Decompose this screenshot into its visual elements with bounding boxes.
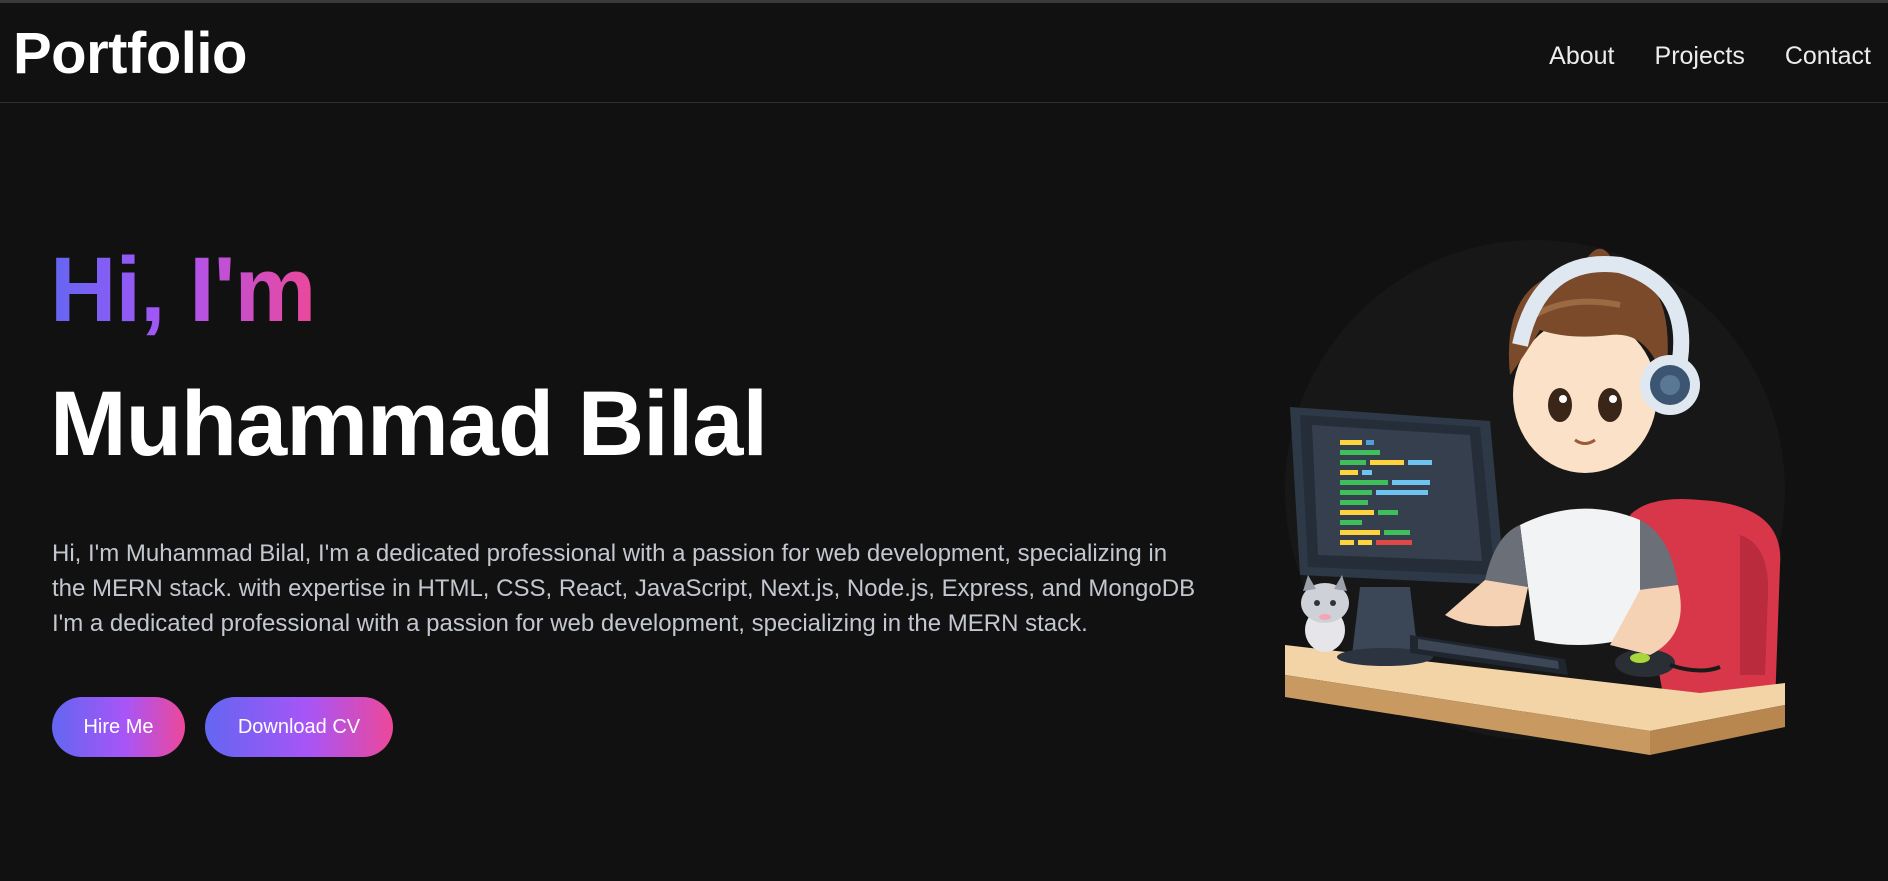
- nav-link-contact[interactable]: Contact: [1785, 36, 1871, 76]
- main-nav: About Projects Contact: [1549, 36, 1871, 76]
- face: [1513, 317, 1657, 473]
- download-cv-button[interactable]: Download CV: [205, 697, 393, 757]
- hire-me-button[interactable]: Hire Me: [52, 697, 185, 757]
- developer-avatar-illustration: [1270, 235, 1810, 755]
- monitor: [1290, 407, 1505, 585]
- cat-figurine: [1301, 575, 1349, 652]
- nav-link-projects[interactable]: Projects: [1655, 36, 1745, 76]
- hero-name: Muhammad Bilal: [50, 373, 768, 475]
- navbar: Portfolio About Projects Contact: [0, 3, 1888, 103]
- site-logo[interactable]: Portfolio: [13, 19, 247, 89]
- hero-description: Hi, I'm Muhammad Bilal, I'm a dedicated …: [52, 540, 1196, 637]
- monitor-stand: [1352, 587, 1418, 655]
- nav-link-about[interactable]: About: [1549, 36, 1614, 76]
- hero-greeting: Hi, I'm: [50, 239, 316, 341]
